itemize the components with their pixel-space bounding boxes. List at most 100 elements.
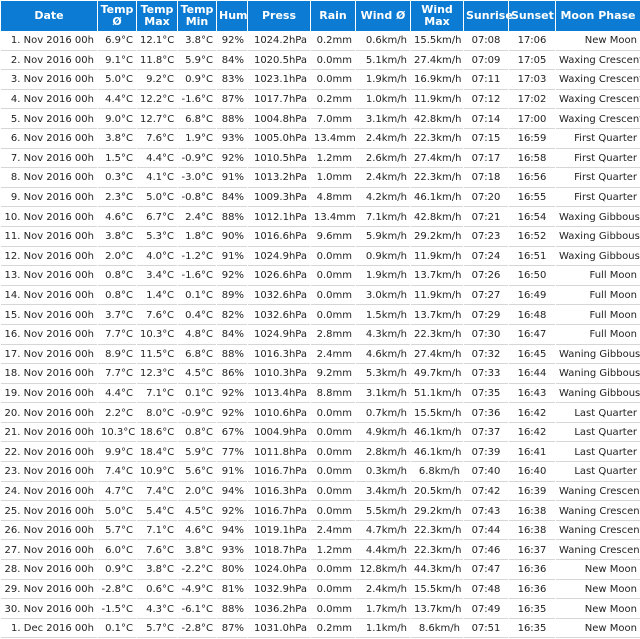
- cell-pressure: 1023.1hPa: [248, 71, 310, 90]
- table-row: 19. Nov 2016 00h 4.4°C 7.1°C 0.1°C 92% 1013.4…: [1, 384, 640, 404]
- cell-temp-avg: 2.3°C: [98, 188, 136, 208]
- cell-date: 7. Nov 2016 00h: [1, 149, 97, 169]
- cell-wind-max: 29.2km/h: [411, 227, 463, 247]
- cell-pressure: 1004.9hPa: [248, 423, 310, 443]
- cell-sunset: 17:03: [509, 71, 555, 90]
- cell-rain: 0.0mm: [311, 306, 355, 325]
- cell-rain: 0.0mm: [311, 247, 355, 267]
- cell-temp-avg: 5.0°C: [98, 71, 136, 90]
- cell-temp-max: 12.2°C: [137, 90, 177, 110]
- column-header-pressure[interactable]: Press: [248, 1, 310, 31]
- cell-temp-min: 0.1°C: [178, 286, 216, 306]
- cell-pressure: 1018.7hPa: [248, 541, 310, 561]
- cell-wind-avg: 4.9km/h: [356, 423, 410, 443]
- cell-sunset: 16:35: [509, 619, 555, 639]
- cell-humidity: 92%: [217, 502, 247, 521]
- cell-temp-min: -3.0°C: [178, 169, 216, 188]
- column-header-temp-avg[interactable]: Temp Ø: [98, 1, 136, 31]
- cell-temp-min: 4.6°C: [178, 521, 216, 541]
- cell-temp-max: 7.1°C: [137, 384, 177, 404]
- cell-date: 26. Nov 2016 00h: [1, 521, 97, 541]
- column-header-rain[interactable]: Rain: [311, 1, 355, 31]
- cell-moon-phase: New Moon: [556, 32, 640, 51]
- cell-temp-avg: 10.3°C: [98, 423, 136, 443]
- cell-wind-max: 6.8km/h: [411, 463, 463, 482]
- column-header-wind-avg[interactable]: Wind Ø: [356, 1, 410, 31]
- cell-sunrise: 07:40: [464, 463, 508, 482]
- cell-temp-max: 4.3°C: [137, 600, 177, 619]
- cell-temp-avg: 0.8°C: [98, 286, 136, 306]
- cell-temp-avg: 2.0°C: [98, 247, 136, 267]
- cell-sunset: 17:02: [509, 90, 555, 110]
- column-header-wind-max[interactable]: Wind Max: [411, 1, 463, 31]
- table-row: 9. Nov 2016 00h 2.3°C 5.0°C -0.8°C 84% 1009.3…: [1, 188, 640, 208]
- cell-rain: 0.2mm: [311, 619, 355, 639]
- cell-temp-min: -1.6°C: [178, 90, 216, 110]
- weather-table: Date Temp Ø Temp Max Temp Min Hum Press …: [0, 0, 640, 639]
- cell-temp-min: -0.9°C: [178, 404, 216, 423]
- cell-moon-phase: Full Moon: [556, 306, 640, 325]
- cell-temp-avg: 5.7°C: [98, 521, 136, 541]
- cell-rain: 0.0mm: [311, 600, 355, 619]
- cell-temp-avg: 6.9°C: [98, 32, 136, 51]
- column-header-date[interactable]: Date: [1, 1, 97, 31]
- cell-temp-avg: 0.8°C: [98, 267, 136, 286]
- table-row: 16. Nov 2016 00h 7.7°C 10.3°C 4.8°C 84% 1024.…: [1, 325, 640, 345]
- cell-date: 29. Nov 2016 00h: [1, 580, 97, 600]
- cell-temp-max: 4.4°C: [137, 149, 177, 169]
- cell-sunrise: 07:36: [464, 404, 508, 423]
- cell-wind-max: 15.5km/h: [411, 580, 463, 600]
- cell-temp-min: 2.4°C: [178, 208, 216, 227]
- cell-rain: 1.0mm: [311, 169, 355, 188]
- cell-pressure: 1016.7hPa: [248, 502, 310, 521]
- column-header-temp-max[interactable]: Temp Max: [137, 1, 177, 31]
- cell-temp-min: 2.0°C: [178, 482, 216, 502]
- cell-pressure: 1024.9hPa: [248, 247, 310, 267]
- column-header-humidity[interactable]: Hum: [217, 1, 248, 31]
- cell-humidity: 88%: [217, 208, 247, 227]
- cell-wind-max: 46.1km/h: [411, 188, 463, 208]
- cell-wind-avg: 4.7km/h: [356, 521, 410, 541]
- column-header-sunrise[interactable]: Sunrise: [464, 1, 513, 31]
- cell-moon-phase: Waning Gibbous: [556, 365, 640, 384]
- column-header-sunset[interactable]: Sunset: [509, 1, 555, 31]
- cell-date: 16. Nov 2016 00h: [1, 325, 97, 345]
- table-row: 4. Nov 2016 00h 4.4°C 12.2°C -1.6°C 87% 1017.…: [1, 90, 640, 110]
- table-row: 7. Nov 2016 00h 1.5°C 4.4°C -0.9°C 92% 1010.5…: [1, 149, 640, 169]
- cell-temp-max: 7.4°C: [137, 482, 177, 502]
- cell-temp-min: 5.9°C: [178, 51, 216, 71]
- cell-sunrise: 07:15: [464, 129, 508, 149]
- cell-humidity: 92%: [217, 404, 247, 423]
- cell-wind-max: 44.3km/h: [411, 561, 463, 580]
- cell-sunrise: 07:08: [464, 32, 508, 51]
- cell-sunset: 16:52: [509, 227, 555, 247]
- cell-wind-max: 27.4km/h: [411, 51, 463, 71]
- cell-humidity: 86%: [217, 365, 247, 384]
- cell-wind-avg: 3.1km/h: [356, 384, 410, 404]
- cell-date: 2. Nov 2016 00h: [1, 51, 97, 71]
- table-row: 26. Nov 2016 00h 5.7°C 7.1°C 4.6°C 94% 1019.1…: [1, 521, 640, 541]
- cell-wind-avg: 2.4km/h: [356, 580, 410, 600]
- cell-wind-max: 15.5km/h: [411, 404, 463, 423]
- cell-moon-phase: Last Quarter: [556, 463, 640, 482]
- cell-wind-avg: 4.4km/h: [356, 541, 410, 561]
- cell-date: 30. Nov 2016 00h: [1, 600, 97, 619]
- cell-moon-phase: Full Moon: [556, 325, 640, 345]
- cell-temp-max: 6.7°C: [137, 208, 177, 227]
- column-header-moon-phase[interactable]: Moon Phase: [556, 1, 640, 31]
- cell-sunrise: 07:43: [464, 502, 508, 521]
- cell-rain: 7.0mm: [311, 110, 355, 129]
- table-row: 25. Nov 2016 00h 5.0°C 5.4°C 4.5°C 92% 1016.7…: [1, 502, 640, 521]
- cell-pressure: 1032.9hPa: [248, 580, 310, 600]
- cell-sunset: 16:44: [509, 365, 555, 384]
- cell-date: 23. Nov 2016 00h: [1, 463, 97, 482]
- column-header-temp-min[interactable]: Temp Min: [178, 1, 216, 31]
- cell-wind-max: 27.4km/h: [411, 149, 463, 169]
- cell-humidity: 92%: [217, 32, 247, 51]
- table-row: 8. Nov 2016 00h 0.3°C 4.1°C -3.0°C 91% 1013.2…: [1, 169, 640, 188]
- cell-moon-phase: Waxing Crescent: [556, 90, 640, 110]
- cell-temp-max: 10.3°C: [137, 325, 177, 345]
- cell-date: 4. Nov 2016 00h: [1, 90, 97, 110]
- cell-temp-max: 10.9°C: [137, 463, 177, 482]
- cell-rain: 2.4mm: [311, 345, 355, 365]
